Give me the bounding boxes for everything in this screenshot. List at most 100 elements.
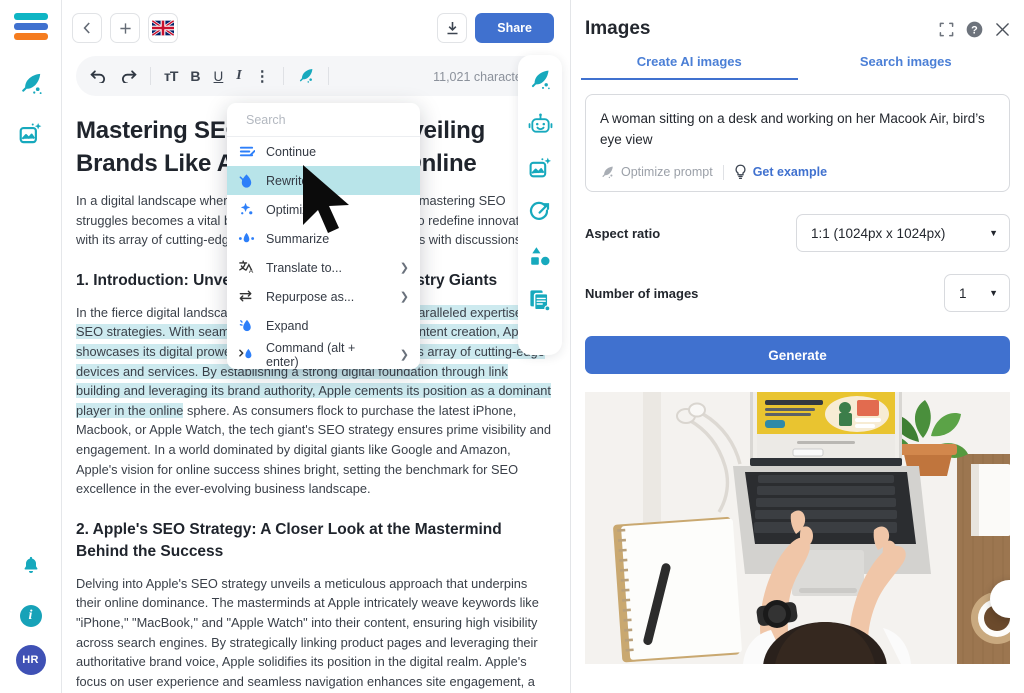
underline-button[interactable]: U — [214, 69, 224, 84]
back-button[interactable] — [72, 13, 102, 43]
menu-item-expand[interactable]: Expand — [227, 311, 420, 340]
menu-item-optimize[interactable]: Optimize — [227, 195, 420, 224]
more-options-icon[interactable]: ⋮ — [255, 67, 270, 85]
chatbot-icon[interactable] — [525, 109, 555, 139]
menu-search-row — [227, 103, 420, 137]
info-icon[interactable]: i — [19, 605, 42, 627]
download-button[interactable] — [437, 13, 468, 43]
format-toolbar: ᴛT B U I ⋮ 11,021 characters ▾ — [76, 56, 556, 96]
toolbar-divider-2 — [282, 67, 284, 85]
optimize-icon — [238, 201, 255, 218]
menu-item-rewrite[interactable]: Rewrite — [227, 166, 420, 195]
ai-commands-menu: Continue Rewrite Optimize Summarize A Transla… — [227, 103, 420, 369]
toolbar-divider — [150, 67, 151, 85]
feather-ai-icon[interactable] — [297, 67, 315, 85]
bold-button[interactable]: B — [190, 68, 200, 84]
optimize-prompt-label: Optimize prompt — [621, 165, 713, 179]
menu-item-repurpose-as[interactable]: Repurpose as... ❯ — [227, 282, 420, 311]
documents-icon[interactable] — [525, 285, 555, 315]
section-2-paragraph: Delving into Apple's SEO strategy unveil… — [76, 575, 539, 689]
number-of-images-value: 1 — [959, 285, 967, 301]
number-of-images-select[interactable]: 1 ▼ — [944, 274, 1010, 312]
help-icon[interactable]: ? — [966, 21, 983, 38]
feather-writer-icon[interactable] — [525, 65, 555, 95]
number-of-images-label: Number of images — [585, 285, 699, 301]
section-2-heading: 2. Apple's SEO Strategy: A Closer Look a… — [76, 520, 502, 560]
menu-item-label: Optimize — [266, 202, 316, 217]
close-icon[interactable] — [995, 22, 1010, 37]
menu-item-label: Summarize — [266, 231, 330, 246]
redo-icon[interactable] — [120, 69, 137, 83]
panel-title: Images — [585, 18, 651, 39]
generated-image[interactable] — [585, 392, 1010, 664]
optimize-prompt-button[interactable]: Optimize prompt — [600, 165, 713, 180]
images-panel: Images ? Create AI images Search images … — [570, 0, 1024, 693]
seo-target-icon[interactable] — [525, 197, 555, 227]
menu-item-continue[interactable]: Continue — [227, 137, 420, 166]
prompt-box[interactable]: A woman sitting on a desk and working on… — [585, 94, 1010, 192]
prompt-actions: Optimize prompt Get example — [600, 164, 995, 180]
get-example-button[interactable]: Get example — [734, 164, 827, 180]
menu-items-list: Continue Rewrite Optimize Summarize A Transla… — [227, 137, 420, 369]
menu-item-summarize[interactable]: Summarize — [227, 224, 420, 253]
summarize-icon — [238, 230, 255, 247]
panel-header: Images ? — [571, 0, 1024, 40]
panel-tabs: Create AI images Search images — [571, 54, 1024, 80]
tools-rail — [518, 55, 562, 355]
text-size-icon[interactable]: ᴛT — [164, 68, 178, 84]
svg-text:?: ? — [971, 24, 978, 36]
add-document-button[interactable] — [110, 13, 140, 43]
expand-icon — [238, 317, 255, 334]
toolbar-divider-3 — [327, 67, 329, 85]
uk-flag-icon — [152, 20, 174, 36]
collapse-icon[interactable] — [939, 22, 954, 37]
undo-icon[interactable] — [90, 69, 107, 83]
ai-image-icon[interactable] — [525, 153, 555, 183]
chevron-down-icon: ▼ — [989, 228, 998, 238]
aspect-ratio-value: 1:1 (1024px x 1024px) — [811, 225, 946, 241]
repurpose-icon — [238, 288, 255, 305]
app-root: i HR Share ᴛT B U I ⋮ 11,021 characters … — [0, 0, 1024, 693]
lightbulb-icon — [735, 164, 746, 180]
prompt-input[interactable]: A woman sitting on a desk and working on… — [600, 108, 995, 150]
left-sidebar: i HR — [0, 0, 62, 693]
chevron-down-icon: ▼ — [989, 288, 998, 298]
menu-item-label: Continue — [266, 144, 317, 159]
search-input[interactable] — [246, 112, 407, 127]
tab-search-images[interactable]: Search images — [798, 54, 1015, 80]
panel-body: A woman sitting on a desk and working on… — [571, 80, 1024, 664]
menu-item-label: Translate to... — [266, 260, 342, 275]
aspect-ratio-label: Aspect ratio — [585, 225, 661, 241]
prompt-actions-divider — [722, 164, 724, 180]
aspect-ratio-row: Aspect ratio 1:1 (1024px x 1024px) ▼ — [585, 214, 1010, 252]
share-button[interactable]: Share — [475, 13, 554, 43]
generate-button[interactable]: Generate — [585, 336, 1010, 374]
shapes-icon[interactable] — [525, 241, 555, 271]
aspect-ratio-select[interactable]: 1:1 (1024px x 1024px) ▼ — [796, 214, 1010, 252]
language-flag-button[interactable] — [148, 13, 178, 43]
get-example-label: Get example — [752, 165, 828, 179]
editor-topbar: Share — [62, 0, 570, 56]
menu-item-label: Expand — [266, 318, 309, 333]
menu-item-command-alt-enter[interactable]: Command (alt + enter) ❯ — [227, 340, 420, 369]
ai-images-icon[interactable] — [13, 116, 49, 152]
menu-item-label: Rewrite — [266, 173, 309, 188]
continue-icon — [238, 143, 255, 160]
avatar[interactable]: HR — [15, 645, 46, 675]
menu-item-translate-to[interactable]: A Translate to... ❯ — [227, 253, 420, 282]
menu-item-label: Command (alt + enter) — [266, 340, 356, 369]
menu-item-label: Repurpose as... — [266, 289, 355, 304]
generated-image-illustration — [585, 392, 1010, 664]
chevron-right-icon: ❯ — [399, 262, 409, 274]
number-of-images-row: Number of images 1 ▼ — [585, 274, 1010, 312]
rewrite-icon — [238, 172, 255, 189]
notifications-bell-icon[interactable] — [13, 547, 49, 583]
chevron-right-icon: ❯ — [399, 291, 409, 303]
chevron-right-icon: ❯ — [399, 349, 409, 361]
left-sidebar-bottom: i HR — [13, 533, 49, 693]
italic-button[interactable]: I — [236, 68, 241, 84]
ai-writer-icon[interactable] — [13, 66, 49, 102]
tab-create-ai-images[interactable]: Create AI images — [581, 54, 798, 80]
feather-icon — [602, 166, 613, 178]
app-logo[interactable] — [13, 13, 48, 40]
